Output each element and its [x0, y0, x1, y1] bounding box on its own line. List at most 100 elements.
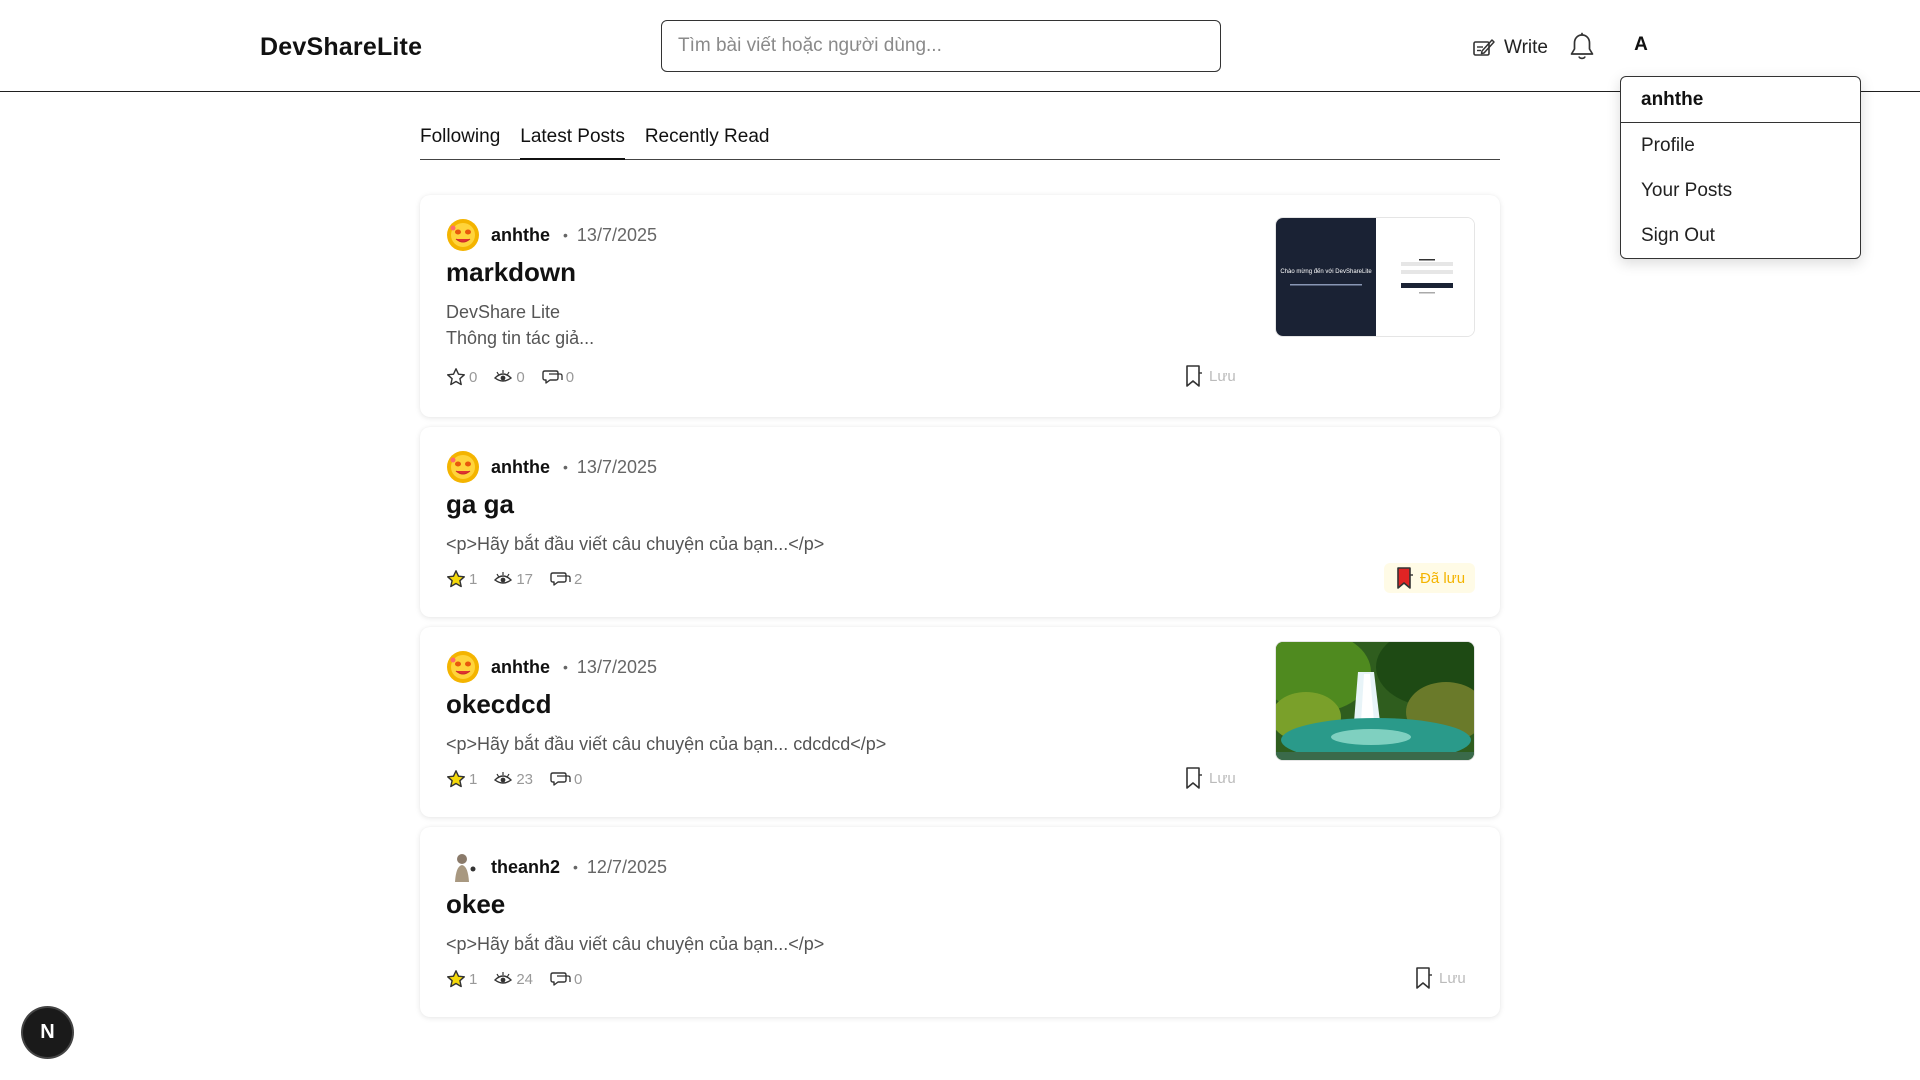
- post-card[interactable]: anhthe • 13/7/2025 okecdcd <p>Hãy bắt đầ…: [420, 627, 1500, 817]
- post-title[interactable]: ga ga: [446, 489, 514, 520]
- post-stats: 0 0 0: [446, 365, 574, 389]
- menu-item-sign-out[interactable]: Sign Out: [1621, 213, 1860, 258]
- tab-following[interactable]: Following: [420, 118, 500, 160]
- comment-stat[interactable]: 2: [549, 570, 582, 588]
- comment-count: 0: [565, 368, 575, 386]
- waterfall-thumbnail-image: [1276, 642, 1474, 760]
- star-filled-icon: [447, 570, 465, 588]
- user-menu-button[interactable]: A: [1630, 34, 1652, 60]
- star-filled-icon: [447, 770, 465, 788]
- post-stats: 1 17 2: [446, 567, 582, 591]
- feed-tabs: Following Latest Posts Recently Read: [420, 118, 1500, 160]
- bookmark-icon: [1416, 967, 1432, 989]
- figure-avatar-icon: [446, 850, 480, 884]
- meta-separator: •: [563, 659, 568, 675]
- save-button[interactable]: Lưu: [1183, 763, 1236, 793]
- author-avatar[interactable]: [446, 650, 480, 684]
- post-excerpt: <p>Hãy bắt đầu viết câu chuyện của bạn..…: [446, 931, 1206, 957]
- comment-count: 2: [574, 570, 583, 588]
- write-icon: [1473, 39, 1495, 56]
- app-logo[interactable]: DevShareLite: [260, 33, 422, 62]
- star-stat[interactable]: 1: [446, 569, 477, 589]
- view-stat: 23: [493, 770, 533, 788]
- emoji-avatar-icon: [447, 651, 479, 683]
- dropdown-username: anhthe: [1621, 77, 1860, 123]
- post-title[interactable]: okecdcd: [446, 689, 552, 720]
- notifications-button[interactable]: [1568, 32, 1596, 62]
- post-excerpt: <p>Hãy bắt đầu viết câu chuyện của bạn..…: [446, 731, 1206, 757]
- save-label: Lưu: [1209, 769, 1236, 787]
- post-title[interactable]: okee: [446, 889, 505, 920]
- star-stat[interactable]: 1: [446, 769, 477, 789]
- post-meta: anhthe • 13/7/2025: [446, 649, 657, 685]
- star-stat[interactable]: 0: [446, 367, 477, 387]
- eye-icon: [494, 572, 513, 584]
- view-count: 17: [516, 570, 534, 588]
- post-thumbnail[interactable]: [1275, 641, 1475, 761]
- view-stat: 24: [493, 970, 533, 988]
- bell-icon: [1570, 32, 1594, 60]
- post-meta: theanh2 • 12/7/2025: [446, 849, 667, 885]
- save-label: Đã lưu: [1420, 569, 1466, 587]
- user-dropdown-menu: anhthe Profile Your Posts Sign Out: [1620, 76, 1861, 259]
- post-card[interactable]: anhthe • 13/7/2025 ga ga <p>Hãy bắt đầu …: [420, 427, 1500, 617]
- save-label: Lưu: [1439, 969, 1466, 987]
- save-button[interactable]: Lưu: [1183, 361, 1236, 391]
- author-name[interactable]: anhthe: [491, 657, 550, 678]
- post-meta: anhthe • 13/7/2025: [446, 217, 657, 253]
- star-filled-icon: [447, 970, 465, 988]
- comment-stat[interactable]: 0: [541, 368, 574, 386]
- star-outline-icon: [447, 368, 465, 386]
- view-count: 0: [516, 368, 525, 386]
- save-label: Lưu: [1209, 367, 1236, 385]
- emoji-avatar-icon: [447, 219, 479, 251]
- tab-latest-posts[interactable]: Latest Posts: [520, 118, 625, 160]
- bookmark-icon: [1186, 767, 1202, 789]
- author-name[interactable]: theanh2: [491, 857, 560, 878]
- menu-item-profile[interactable]: Profile: [1621, 123, 1860, 168]
- author-name[interactable]: anhthe: [491, 457, 550, 478]
- star-stat[interactable]: 1: [446, 969, 477, 989]
- comment-stat[interactable]: 0: [549, 770, 582, 788]
- meta-separator: •: [563, 459, 568, 475]
- comment-stat[interactable]: 0: [549, 970, 582, 988]
- excerpt-line: <p>Hãy bắt đầu viết câu chuyện của bạn..…: [446, 934, 825, 954]
- post-thumbnail[interactable]: Chào mừng đến với DevShareLite: [1275, 217, 1475, 337]
- post-date: 13/7/2025: [576, 224, 657, 245]
- post-excerpt: DevShare Lite Thông tin tác giả...: [446, 299, 1206, 351]
- comment-count: 0: [574, 970, 583, 988]
- save-button[interactable]: Lưu: [1413, 963, 1466, 993]
- post-card[interactable]: theanh2 • 12/7/2025 okee <p>Hãy bắt đầu …: [420, 827, 1500, 1017]
- nextjs-dev-badge[interactable]: N: [23, 1008, 72, 1057]
- saved-button[interactable]: Đã lưu: [1384, 563, 1476, 593]
- author-avatar[interactable]: [446, 450, 480, 484]
- meta-separator: •: [563, 227, 568, 243]
- author-avatar[interactable]: [446, 218, 480, 252]
- author-avatar[interactable]: [446, 850, 480, 884]
- eye-icon: [494, 772, 513, 784]
- excerpt-line: <p>Hãy bắt đầu viết câu chuyện của bạn..…: [446, 734, 887, 754]
- excerpt-line: Thông tin tác giả...: [446, 328, 595, 348]
- eye-icon: [494, 972, 513, 984]
- screenshot-thumbnail-image: Chào mừng đến với DevShareLite: [1276, 218, 1474, 336]
- post-title[interactable]: markdown: [446, 257, 576, 288]
- thumbnail-heading: Chào mừng đến với DevShareLite: [1280, 269, 1372, 275]
- post-meta: anhthe • 13/7/2025: [446, 449, 657, 485]
- menu-item-your-posts[interactable]: Your Posts: [1621, 168, 1860, 213]
- emoji-avatar-icon: [447, 451, 479, 483]
- write-button[interactable]: Write: [1472, 33, 1548, 63]
- bookmark-icon: [1186, 365, 1202, 387]
- bookmark-filled-icon: [1397, 567, 1413, 589]
- search-input[interactable]: [661, 20, 1221, 72]
- star-count: 0: [469, 368, 478, 386]
- view-count: 24: [516, 970, 534, 988]
- view-count: 23: [516, 770, 534, 788]
- post-card[interactable]: anhthe • 13/7/2025 markdown DevShare Lit…: [420, 195, 1500, 417]
- comment-icon: [550, 772, 571, 786]
- tab-recently-read[interactable]: Recently Read: [645, 118, 770, 160]
- post-stats: 1 23 0: [446, 767, 582, 791]
- comment-icon: [550, 972, 571, 986]
- post-date: 12/7/2025: [586, 856, 667, 877]
- star-count: 1: [469, 770, 478, 788]
- author-name[interactable]: anhthe: [491, 225, 550, 246]
